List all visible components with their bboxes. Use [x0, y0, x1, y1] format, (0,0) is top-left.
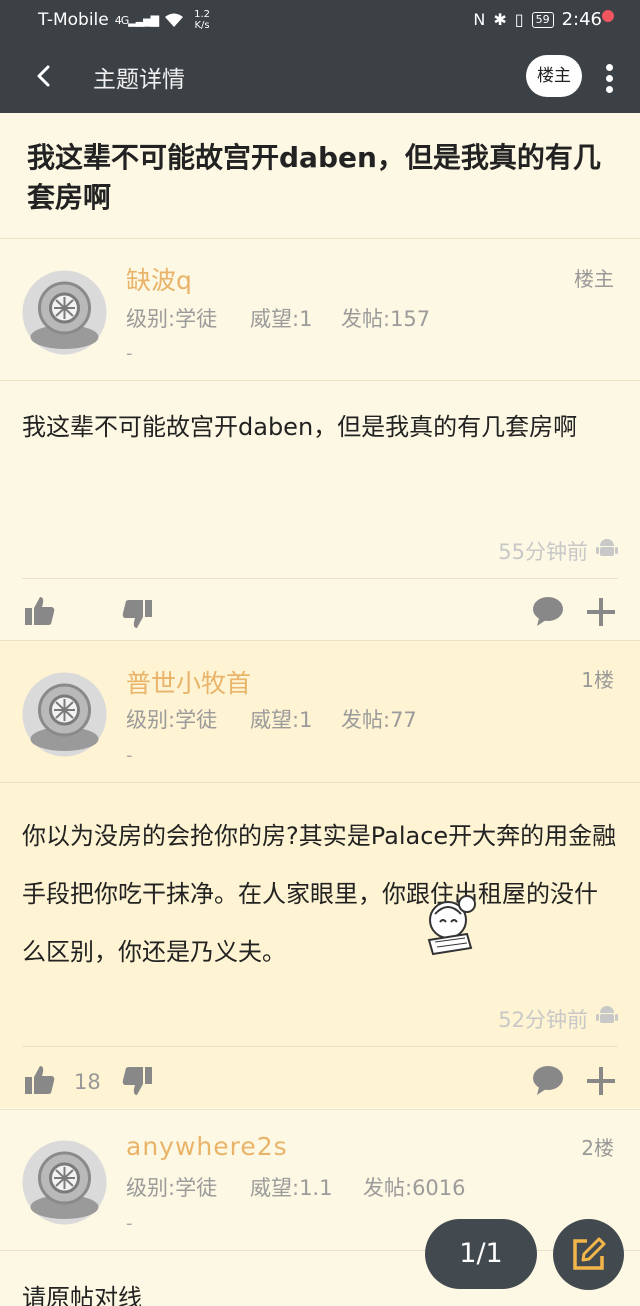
signal-icon: 4G▂▃▅▇ [114, 13, 159, 27]
thumbs-down-icon[interactable] [120, 1064, 154, 1098]
post-time: 55分钟前 [498, 540, 588, 564]
level-label: 级别:学徒 [126, 708, 218, 732]
divider [0, 1250, 640, 1251]
android-icon [596, 539, 618, 556]
reply-edit-button[interactable] [553, 1219, 624, 1290]
post-floor-1: 普世小牧首 1楼 级别:学徒 威望:1 发帖:77 - 你以为没房的会抢你的房?… [0, 640, 640, 1108]
topic-title: 我这辈不可能故宫开daben，但是我真的有几套房啊 [27, 141, 601, 214]
divider [22, 1046, 618, 1047]
level-label: 级别:学徒 [126, 1176, 218, 1200]
avatar[interactable] [21, 269, 108, 356]
prestige-label: 威望:1 [250, 307, 313, 331]
post-count-label: 发帖:77 [341, 708, 417, 732]
speed-value: 1.2 [194, 9, 211, 20]
comment-icon[interactable] [531, 1063, 565, 1097]
signature-dash: - [126, 1213, 133, 1234]
toolbar: 主题详情 楼主 [0, 40, 640, 113]
page-title: 主题详情 [93, 67, 185, 93]
net-speed: 1.2 K/s [194, 9, 210, 31]
divider [0, 640, 640, 641]
post-time: 52分钟前 [498, 1008, 588, 1032]
post-floor-2: anywhere2s 2楼 级别:学徒 威望:1.1 发帖:6016 - 请原帖… [0, 1109, 640, 1306]
like-count: 18 [74, 1070, 101, 1094]
author-name[interactable]: anywhere2s [126, 1132, 288, 1161]
thumbs-down-icon[interactable] [120, 597, 154, 631]
nfc-icon: N [473, 10, 486, 29]
avatar[interactable] [21, 1139, 108, 1226]
edit-icon [573, 1237, 606, 1270]
wifi-icon [165, 13, 184, 27]
signature-dash: - [126, 745, 133, 766]
vibrate-icon: ▯ [514, 10, 524, 29]
network-label: 4G [114, 13, 129, 27]
author-name[interactable]: 普世小牧首 [126, 664, 251, 700]
divider [0, 380, 640, 381]
clock: 2:46 [561, 9, 602, 30]
speed-unit: K/s [194, 20, 210, 31]
floor-label: 2楼 [581, 1136, 614, 1160]
add-icon[interactable] [584, 595, 618, 629]
divider [0, 782, 640, 783]
more-menu-icon[interactable] [598, 52, 622, 102]
android-icon [596, 1006, 618, 1023]
page-indicator-button[interactable]: 1/1 [425, 1219, 537, 1289]
bluetooth-icon: ✱ [493, 10, 507, 29]
back-arrow-icon[interactable] [28, 60, 60, 92]
divider [22, 578, 618, 579]
post-count-label: 发帖:157 [341, 307, 431, 331]
notification-dot [602, 10, 614, 22]
comment-icon[interactable] [531, 594, 565, 628]
status-right: N ✱ ▯ 59 2:46 [473, 9, 602, 30]
status-left: T-Mobile 4G▂▃▅▇ 1.2 K/s [38, 9, 210, 31]
op-only-button[interactable]: 楼主 [526, 55, 582, 97]
post-op: 缺波q 楼主 级别:学徒 威望:1 发帖:157 - 我这辈不可能故宫开dabe… [0, 239, 640, 639]
prestige-label: 威望:1.1 [250, 1176, 333, 1200]
divider [0, 1109, 640, 1110]
author-name[interactable]: 缺波q [126, 261, 192, 297]
post-count-label: 发帖:6016 [363, 1176, 466, 1200]
floor-label: 1楼 [581, 668, 614, 692]
battery-icon: 59 [531, 11, 554, 28]
post-content: 你以为没房的会抢你的房?其实是Palace开大奔的用金融手段把你吃干抹净。在人家… [22, 822, 617, 966]
signature-dash: - [126, 343, 133, 364]
add-icon[interactable] [584, 1064, 618, 1098]
thumbs-up-icon[interactable] [23, 1063, 57, 1097]
thumbs-up-icon[interactable] [23, 594, 57, 628]
avatar[interactable] [21, 671, 108, 758]
prestige-label: 威望:1 [250, 708, 313, 732]
sticker-emoticon-icon [427, 895, 476, 956]
post-content: 请原帖对线 [22, 1284, 142, 1306]
carrier-label: T-Mobile [38, 10, 109, 30]
level-label: 级别:学徒 [126, 307, 218, 331]
status-bar: T-Mobile 4G▂▃▅▇ 1.2 K/s N ✱ ▯ 59 2:46 [0, 0, 640, 40]
post-content: 我这辈不可能故宫开daben，但是我真的有几套房啊 [22, 413, 578, 441]
floor-label: 楼主 [574, 267, 614, 291]
